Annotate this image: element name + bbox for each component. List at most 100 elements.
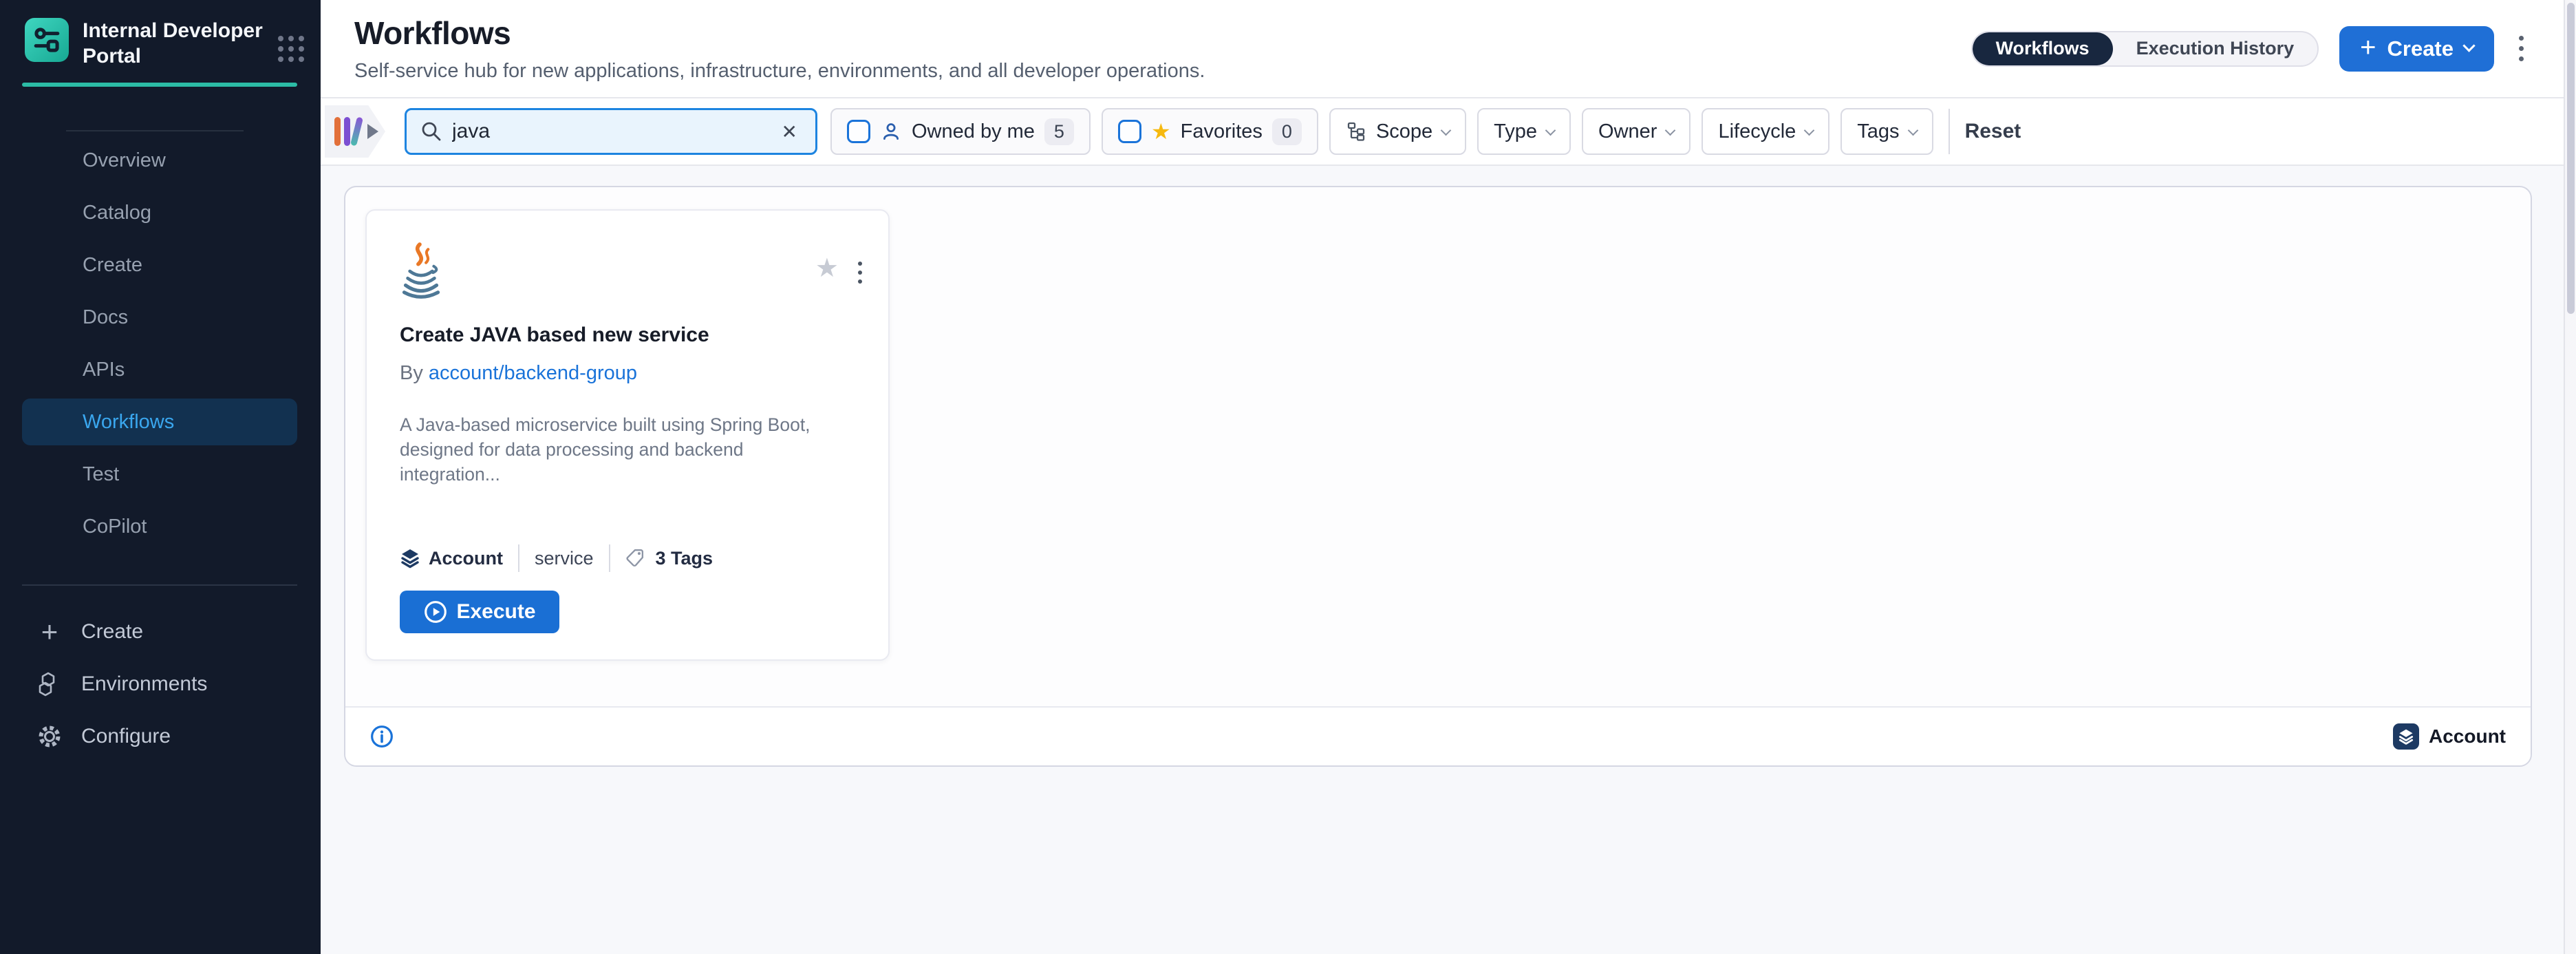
panel-footer: Account xyxy=(345,706,2531,765)
type-value: service xyxy=(535,548,594,569)
plus-icon: + xyxy=(2360,37,2376,58)
plus-icon: + xyxy=(36,618,63,646)
brand: Internal Developer Portal xyxy=(0,0,321,69)
filter-bar: ✕ Owned by me 5 ★ Favorites 0 xyxy=(321,98,2576,166)
by-prefix: By xyxy=(400,362,423,384)
layers-icon xyxy=(400,547,420,569)
owned-by-me-label: Owned by me xyxy=(912,120,1035,143)
chevron-down-icon xyxy=(2462,39,2475,52)
clear-search-icon[interactable]: ✕ xyxy=(777,120,802,143)
sidebar-nav: Overview Catalog Create Docs APIs Workfl… xyxy=(0,137,321,555)
account-badge[interactable]: Account xyxy=(2393,723,2506,750)
type-label: Type xyxy=(1494,120,1537,143)
page-title: Workflows xyxy=(354,14,1205,52)
sidebar-item-create[interactable]: Create xyxy=(0,242,321,288)
lifecycle-label: Lifecycle xyxy=(1718,120,1796,143)
tab-execution-history[interactable]: Execution History xyxy=(2113,32,2318,65)
sidebar-item-configure[interactable]: Configure xyxy=(0,710,321,763)
workflow-card[interactable]: ★ Create JAVA based new service By accou… xyxy=(365,209,890,661)
favorites-label: Favorites xyxy=(1181,120,1263,143)
account-layers-icon xyxy=(2393,723,2419,750)
view-toggle: Workflows Execution History xyxy=(1971,31,2319,67)
sidebar-bottom-divider xyxy=(22,584,297,586)
card-kebab-menu[interactable] xyxy=(855,259,865,286)
sidebar-item-environments[interactable]: Environments xyxy=(0,658,321,710)
info-icon[interactable] xyxy=(370,725,394,748)
apps-grid-icon[interactable] xyxy=(278,36,304,62)
hexagons-icon xyxy=(36,670,63,698)
owned-count-badge: 5 xyxy=(1044,118,1074,145)
type-dropdown[interactable]: Type xyxy=(1477,108,1571,155)
tab-workflows[interactable]: Workflows xyxy=(1973,32,2113,65)
owner-group-link[interactable]: account/backend-group xyxy=(429,362,637,384)
chevron-down-icon xyxy=(1665,125,1676,136)
chevron-down-icon xyxy=(1441,125,1452,136)
execute-button[interactable]: Execute xyxy=(400,591,559,633)
play-circle-icon xyxy=(423,600,448,624)
header-actions: Workflows Execution History + Create xyxy=(1971,26,2528,72)
java-logo-icon xyxy=(400,242,442,301)
sidebar-divider xyxy=(66,130,244,131)
sidebar-item-test[interactable]: Test xyxy=(0,451,321,498)
library-stripes-icon[interactable] xyxy=(325,105,385,158)
workflows-panel: ★ Create JAVA based new service By accou… xyxy=(344,186,2532,767)
bottom-item-label: Configure xyxy=(81,725,171,748)
favorites-checkbox[interactable] xyxy=(1118,120,1141,143)
card-description: A Java-based microservice built using Sp… xyxy=(400,412,840,487)
owned-by-me-checkbox[interactable] xyxy=(847,120,870,143)
sidebar-item-workflows[interactable]: Workflows xyxy=(22,399,297,445)
sidebar-item-overview[interactable]: Overview xyxy=(0,137,321,184)
card-title: Create JAVA based new service xyxy=(400,324,857,347)
brand-title: Internal Developer Portal xyxy=(83,18,274,69)
hierarchy-icon xyxy=(1346,121,1366,142)
tags-label: Tags xyxy=(1857,120,1899,143)
meta-divider xyxy=(518,544,519,572)
search-icon xyxy=(420,120,442,142)
favorites-count-badge: 0 xyxy=(1272,118,1302,145)
search-box: ✕ xyxy=(405,108,817,155)
main-area: Workflows Self-service hub for new appli… xyxy=(321,0,2576,954)
content-area: ★ Create JAVA based new service By accou… xyxy=(321,166,2576,954)
star-icon: ★ xyxy=(1151,120,1171,142)
favorites-filter[interactable]: ★ Favorites 0 xyxy=(1102,108,1318,155)
chevron-down-icon xyxy=(1907,125,1918,136)
sidebar-bottom-nav: + Create Environments xyxy=(0,606,321,763)
bottom-item-label: Environments xyxy=(81,672,207,696)
header-kebab-menu[interactable] xyxy=(2515,32,2528,65)
chevron-down-icon xyxy=(1545,125,1556,136)
sidebar-item-apis[interactable]: APIs xyxy=(0,346,321,393)
owner-label: Owner xyxy=(1598,120,1657,143)
owned-by-me-filter[interactable]: Owned by me 5 xyxy=(830,108,1091,155)
gear-icon xyxy=(36,723,63,750)
sidebar-item-create-bottom[interactable]: + Create xyxy=(0,606,321,658)
bottom-item-label: Create xyxy=(81,620,143,644)
sidebar: Internal Developer Portal Overview Catal… xyxy=(0,0,321,954)
scope-dropdown[interactable]: Scope xyxy=(1329,108,1466,155)
page-scrollbar[interactable] xyxy=(2564,0,2576,954)
owner-dropdown[interactable]: Owner xyxy=(1582,108,1690,155)
sidebar-accent-bar xyxy=(22,83,297,87)
internal-developer-portal: Internal Developer Portal Overview Catal… xyxy=(0,0,2576,954)
sidebar-item-catalog[interactable]: Catalog xyxy=(0,189,321,236)
reset-filters-button[interactable]: Reset xyxy=(1965,120,2021,143)
tags-dropdown[interactable]: Tags xyxy=(1840,108,1933,155)
search-input[interactable] xyxy=(452,120,777,143)
tag-icon xyxy=(625,548,646,569)
page-header-text: Workflows Self-service hub for new appli… xyxy=(354,14,1205,83)
page-subtitle: Self-service hub for new applications, i… xyxy=(354,60,1205,83)
sidebar-item-copilot[interactable]: CoPilot xyxy=(0,503,321,550)
scrollbar-thumb[interactable] xyxy=(2567,3,2575,314)
meta-divider xyxy=(609,544,610,572)
favorite-star-icon[interactable]: ★ xyxy=(815,256,839,281)
brand-logo-icon xyxy=(25,18,69,62)
workflows-grid: ★ Create JAVA based new service By accou… xyxy=(345,187,2531,706)
scope-label: Scope xyxy=(1376,120,1432,143)
lifecycle-dropdown[interactable]: Lifecycle xyxy=(1702,108,1829,155)
sidebar-item-docs[interactable]: Docs xyxy=(0,294,321,341)
tags-count-label: 3 Tags xyxy=(656,548,713,569)
execute-button-label: Execute xyxy=(456,600,535,624)
create-button[interactable]: + Create xyxy=(2339,26,2494,72)
filter-divider xyxy=(1949,109,1950,154)
expand-arrow-icon xyxy=(367,124,378,139)
create-button-label: Create xyxy=(2387,36,2454,61)
